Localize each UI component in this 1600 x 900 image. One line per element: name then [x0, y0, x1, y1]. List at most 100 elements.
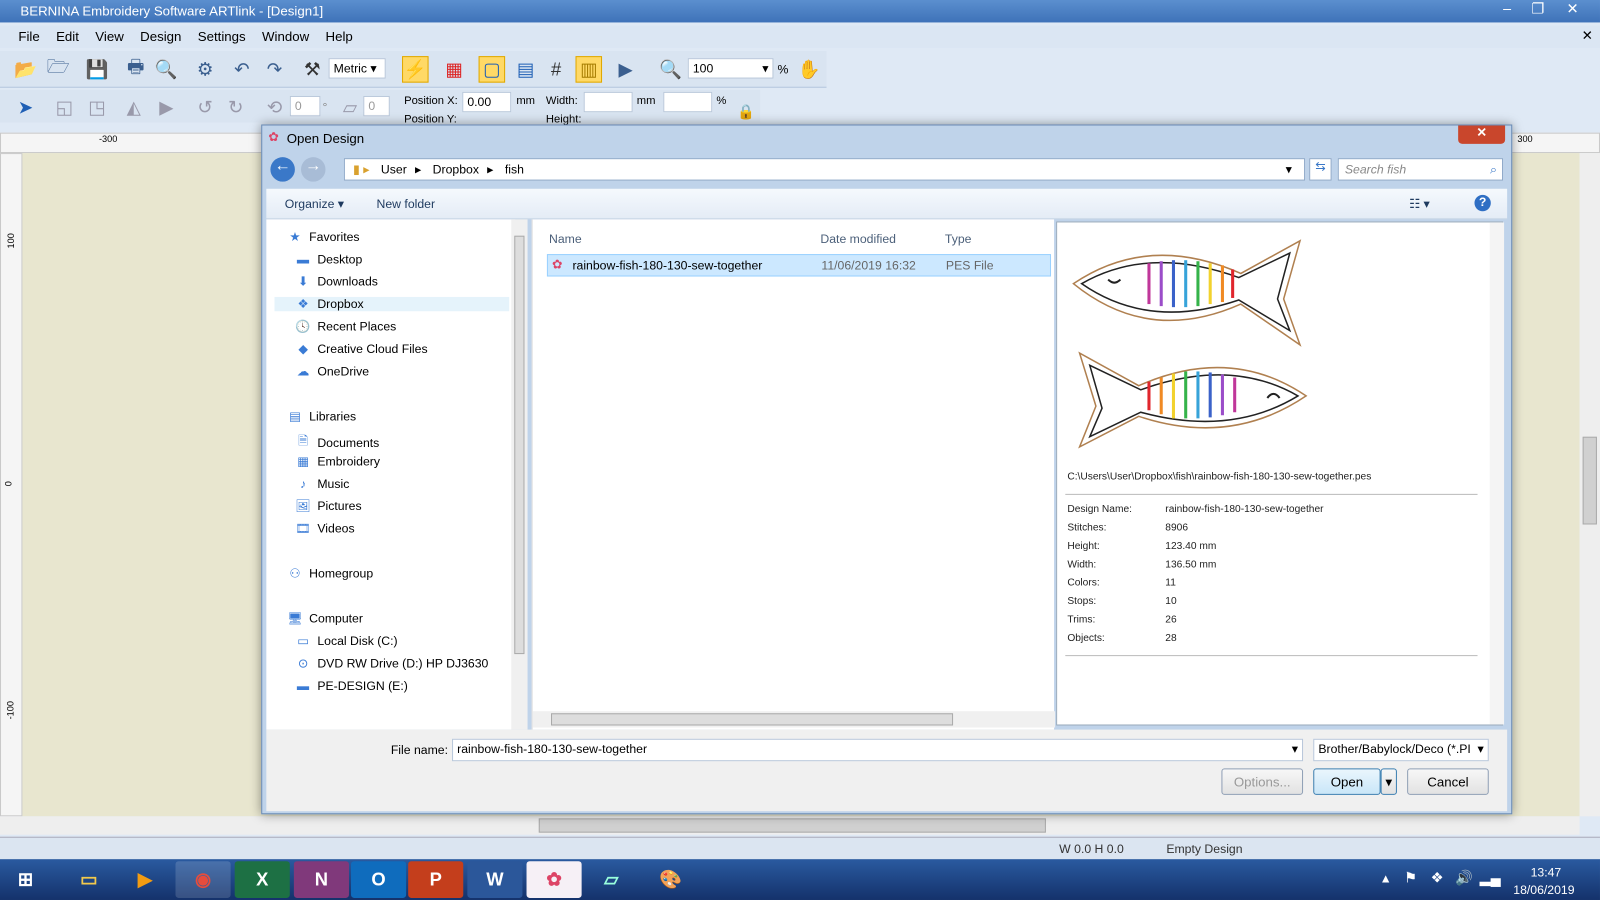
- width-percent-input[interactable]: [663, 91, 713, 113]
- nav-item[interactable]: 🗎 Documents: [295, 432, 379, 453]
- nav-item[interactable]: ❖ Dropbox: [274, 296, 510, 312]
- breadcrumb-user[interactable]: User: [381, 162, 407, 176]
- column-date-modified[interactable]: Date modified: [820, 232, 896, 246]
- start-button[interactable]: ⊞: [0, 861, 51, 898]
- rotate-icon[interactable]: ⟲: [261, 94, 288, 121]
- print-icon[interactable]: 🖶: [122, 56, 149, 83]
- breadcrumb-fish[interactable]: fish: [505, 162, 524, 176]
- tray-expand-icon[interactable]: ▲: [1380, 871, 1392, 885]
- save-icon[interactable]: 💾: [84, 56, 111, 83]
- minimize-button[interactable]: –: [1492, 0, 1523, 20]
- file-row[interactable]: ✿ rainbow-fish-180-130-sew-together 11/0…: [546, 254, 1052, 277]
- preview-scrollbar[interactable]: [1489, 222, 1505, 725]
- menu-edit[interactable]: Edit: [48, 26, 87, 47]
- grid-icon[interactable]: #: [543, 56, 570, 83]
- nav-item[interactable]: ▬ Desktop: [295, 252, 362, 266]
- zoom-input[interactable]: 100 ▾: [687, 58, 774, 79]
- network-icon[interactable]: ▂▄: [1480, 869, 1501, 886]
- lock-proportions-icon[interactable]: 🔒: [733, 98, 760, 125]
- sewing-machine-icon[interactable]: ⚙: [192, 56, 219, 83]
- pan-hand-icon[interactable]: ✋: [796, 56, 823, 83]
- nav-item[interactable]: 🖼 Pictures: [295, 499, 361, 513]
- mirror-horizontal-icon[interactable]: ▶: [153, 94, 180, 121]
- units-select[interactable]: Metric ▾: [328, 58, 386, 79]
- explorer-taskbar-icon[interactable]: ▭: [61, 861, 116, 898]
- menu-settings[interactable]: Settings: [190, 26, 254, 47]
- stitch-view-icon[interactable]: ⚡: [402, 56, 429, 83]
- address-bar[interactable]: ▮ ▸ User ▸ Dropbox ▸ fish ▾: [343, 158, 1306, 181]
- scale-icon[interactable]: ◱: [51, 94, 78, 121]
- open-folder-icon[interactable]: 📂: [12, 56, 39, 83]
- open-button[interactable]: Open: [1313, 768, 1381, 795]
- close-button[interactable]: ✕: [1557, 0, 1588, 20]
- realistic-view-icon[interactable]: ▦: [441, 56, 468, 83]
- cancel-button[interactable]: Cancel: [1407, 768, 1489, 795]
- nav-item[interactable]: 🎞 Videos: [295, 521, 354, 535]
- clock-date[interactable]: 18/06/2019: [1513, 883, 1574, 897]
- nav-item[interactable]: ◆ Creative Cloud Files: [295, 342, 427, 356]
- nav-scrollbar[interactable]: [511, 219, 528, 730]
- rotate-left-45-icon[interactable]: ↺: [192, 94, 219, 121]
- nav-item[interactable]: ⊙ DVD RW Drive (D:) HP DJ3630: [295, 656, 488, 670]
- column-type[interactable]: Type: [945, 232, 972, 246]
- action-center-flag-icon[interactable]: ⚑: [1404, 869, 1417, 886]
- powerpoint-taskbar-icon[interactable]: P: [408, 861, 464, 898]
- skew-icon[interactable]: ▱: [337, 94, 364, 121]
- media-player-taskbar-icon[interactable]: ▶: [117, 861, 172, 898]
- help-icon[interactable]: ?: [1474, 194, 1491, 212]
- refresh-icon[interactable]: ⇆: [1309, 158, 1332, 181]
- ruler-grid-icon[interactable]: ▥: [575, 56, 603, 83]
- notepad-taskbar-icon[interactable]: ▱: [584, 861, 639, 898]
- redo-icon[interactable]: ↷: [261, 56, 288, 83]
- menu-file[interactable]: File: [10, 26, 48, 47]
- skew-input[interactable]: 0: [363, 95, 390, 117]
- file-list-scrollbar[interactable]: [532, 711, 1056, 728]
- options-button[interactable]: Options...: [1221, 768, 1304, 795]
- undo-icon[interactable]: ↶: [229, 56, 256, 83]
- forward-button[interactable]: →: [301, 157, 326, 182]
- print-preview-icon[interactable]: 🔍: [153, 56, 180, 83]
- menu-view[interactable]: View: [87, 26, 132, 47]
- breadcrumb-dropbox[interactable]: Dropbox: [433, 162, 479, 176]
- nav-item[interactable]: ▤ Libraries: [287, 409, 356, 423]
- nav-item[interactable]: ★ Favorites: [287, 230, 359, 244]
- nav-item[interactable]: ▬ PE-DESIGN (E:): [295, 679, 408, 693]
- mdi-close-icon[interactable]: ✕: [1582, 28, 1593, 44]
- file-type-select[interactable]: Brother/Babylock/Deco (*.PI ▾: [1313, 738, 1489, 762]
- vertical-scrollbar[interactable]: [1579, 153, 1600, 817]
- new-folder-button[interactable]: New folder: [377, 197, 436, 211]
- tools-icon[interactable]: ⚒: [299, 56, 326, 83]
- back-button[interactable]: ←: [270, 157, 295, 182]
- position-x-input[interactable]: 0.00: [462, 91, 512, 113]
- open-dropdown-button[interactable]: ▾: [1380, 768, 1397, 795]
- open-recent-icon[interactable]: 🗁: [45, 56, 72, 83]
- width-input[interactable]: [583, 91, 633, 113]
- scale-proportional-icon[interactable]: ◳: [84, 94, 111, 121]
- maximize-button[interactable]: ❐: [1522, 0, 1553, 20]
- clock-time[interactable]: 13:47: [1531, 865, 1562, 879]
- nav-item[interactable]: ☁ OneDrive: [295, 364, 369, 378]
- search-input[interactable]: Search fish ⌕: [1337, 158, 1504, 181]
- volume-icon[interactable]: 🔊: [1455, 869, 1473, 886]
- nav-item[interactable]: ⬇ Downloads: [295, 274, 378, 288]
- nav-item[interactable]: ▦ Embroidery: [295, 454, 380, 468]
- nav-item[interactable]: 🕓 Recent Places: [295, 319, 396, 333]
- outlook-taskbar-icon[interactable]: O: [351, 861, 407, 898]
- rotate-right-45-icon[interactable]: ↻: [222, 94, 249, 121]
- bernina-taskbar-icon[interactable]: ✿: [526, 861, 582, 898]
- select-arrow-icon[interactable]: ➤: [12, 94, 39, 121]
- stitch-player-icon[interactable]: ▶: [612, 56, 639, 83]
- excel-taskbar-icon[interactable]: X: [234, 861, 290, 898]
- rotate-input[interactable]: 0: [289, 95, 321, 117]
- column-name[interactable]: Name: [549, 232, 582, 246]
- nav-item[interactable]: 🖥 Computer: [287, 611, 363, 625]
- file-name-input[interactable]: rainbow-fish-180-130-sew-together ▾: [452, 738, 1304, 762]
- menu-help[interactable]: Help: [317, 26, 361, 47]
- horizontal-scrollbar[interactable]: [0, 816, 1580, 835]
- menu-window[interactable]: Window: [254, 26, 318, 47]
- chrome-taskbar-icon[interactable]: ◉: [175, 861, 231, 898]
- nav-item[interactable]: ⚇ Homegroup: [287, 566, 373, 580]
- dropbox-tray-icon[interactable]: ❖: [1431, 869, 1444, 886]
- nav-item[interactable]: ▭ Local Disk (C:): [295, 634, 397, 648]
- dialog-close-button[interactable]: ✕: [1458, 125, 1506, 144]
